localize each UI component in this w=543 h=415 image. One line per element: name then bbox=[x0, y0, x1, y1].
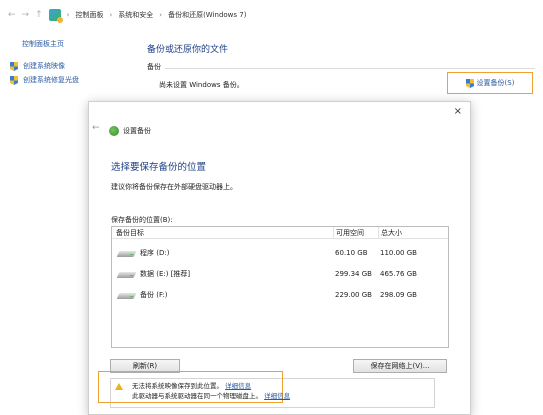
setup-backup-link[interactable]: 设置备份(S) bbox=[447, 72, 533, 94]
save-on-network-button[interactable]: 保存在网络上(V)... bbox=[353, 359, 447, 373]
sidebar-home-link[interactable]: 控制面板主页 bbox=[22, 39, 64, 49]
close-icon[interactable]: × bbox=[454, 106, 462, 117]
details-link[interactable]: 详细信息 bbox=[264, 392, 290, 400]
column-header-total-size[interactable]: 总大小 bbox=[378, 227, 423, 238]
free-space: 299.34 GB bbox=[335, 269, 372, 278]
backup-status-text: 尚未设置 Windows 备份。 bbox=[159, 81, 244, 89]
dialog-subtitle: 建议你将备份保存在外部硬盘驱动器上。 bbox=[111, 183, 237, 191]
dialog-title: 选择要保存备份的位置 bbox=[111, 162, 207, 173]
free-space: 229.00 GB bbox=[335, 290, 372, 299]
details-link[interactable]: 详细信息 bbox=[225, 382, 251, 390]
backup-icon bbox=[109, 126, 119, 136]
breadcrumb-separator: › bbox=[159, 11, 163, 19]
breadcrumb-system-security[interactable]: 系统和安全 bbox=[118, 10, 153, 20]
breadcrumb-separator: › bbox=[109, 11, 113, 19]
total-size: 110.00 GB bbox=[380, 248, 417, 257]
back-arrow-icon[interactable]: ← bbox=[8, 10, 16, 20]
address-bar: ← → ↑ › 控制面板 › 系统和安全 › 备份和还原(Windows 7) bbox=[0, 0, 543, 30]
sidebar-item-label: 创建系统修复光盘 bbox=[23, 76, 79, 84]
drive-name: 数据 (E:) [推荐] bbox=[140, 269, 191, 278]
drive-name: 备份 (F:) bbox=[140, 290, 168, 299]
column-header-free-space[interactable]: 可用空间 bbox=[333, 227, 378, 238]
column-header-destination[interactable]: 备份目标 bbox=[112, 228, 333, 238]
dialog-header-title: 设置备份 bbox=[123, 127, 151, 135]
divider bbox=[165, 68, 535, 69]
sidebar-item-create-repair-disc[interactable]: 创建系统修复光盘 bbox=[10, 75, 79, 85]
warning-line-1: 无法将系统映像保存到此位置。 详细信息 bbox=[132, 380, 251, 390]
free-space: 60.10 GB bbox=[335, 248, 368, 257]
forward-arrow-icon[interactable]: → bbox=[22, 10, 30, 20]
total-size: 465.76 GB bbox=[380, 269, 417, 278]
table-row[interactable]: 程序 (D:) 60.10 GB 110.00 GB bbox=[112, 242, 448, 263]
table-row[interactable]: 数据 (E:) [推荐] 299.34 GB 465.76 GB bbox=[112, 263, 448, 284]
drive-icon bbox=[116, 270, 137, 278]
warning-icon bbox=[115, 383, 123, 390]
warning-line-2: 此驱动器与系统驱动器在同一个物理磁盘上。 详细信息 bbox=[132, 390, 290, 400]
dialog-header: 设置备份 bbox=[109, 126, 151, 136]
sidebar-item-create-system-image[interactable]: 创建系统映像 bbox=[10, 61, 65, 71]
page-title: 备份或还原你的文件 bbox=[147, 45, 229, 55]
warning-text: 无法将系统映像保存到此位置。 bbox=[132, 382, 223, 390]
drive-cell: 数据 (E:) [推荐] bbox=[112, 269, 333, 279]
shield-icon bbox=[10, 75, 18, 85]
drive-cell: 备份 (F:) bbox=[112, 290, 333, 300]
warning-text: 此驱动器与系统驱动器在同一个物理磁盘上。 bbox=[132, 392, 262, 400]
location-label: 保存备份的位置(B): bbox=[111, 216, 173, 224]
backup-destination-table: 备份目标 可用空间 总大小 程序 (D:) 60.10 GB 110.00 GB… bbox=[111, 226, 449, 348]
drive-icon bbox=[116, 291, 137, 299]
setup-backup-label: 设置备份(S) bbox=[476, 79, 515, 87]
table-row[interactable]: 备份 (F:) 229.00 GB 298.09 GB bbox=[112, 284, 448, 305]
total-size: 298.09 GB bbox=[380, 290, 417, 299]
breadcrumb-backup-restore[interactable]: 备份和还原(Windows 7) bbox=[168, 10, 246, 20]
control-panel-icon bbox=[48, 9, 63, 23]
dialog-back-icon[interactable]: ← bbox=[92, 123, 100, 133]
backup-group-label: 备份 bbox=[147, 63, 161, 71]
drive-cell: 程序 (D:) bbox=[112, 248, 333, 258]
breadcrumb-separator: › bbox=[66, 11, 70, 19]
sidebar-item-label: 创建系统映像 bbox=[23, 62, 65, 70]
table-header: 备份目标 可用空间 总大小 bbox=[112, 227, 448, 239]
up-arrow-icon[interactable]: ↑ bbox=[35, 10, 43, 20]
shield-icon bbox=[465, 78, 474, 88]
drive-name: 程序 (D:) bbox=[140, 248, 170, 257]
shield-icon bbox=[10, 61, 18, 71]
breadcrumb-control-panel[interactable]: 控制面板 bbox=[75, 10, 103, 20]
drive-icon bbox=[116, 249, 137, 257]
